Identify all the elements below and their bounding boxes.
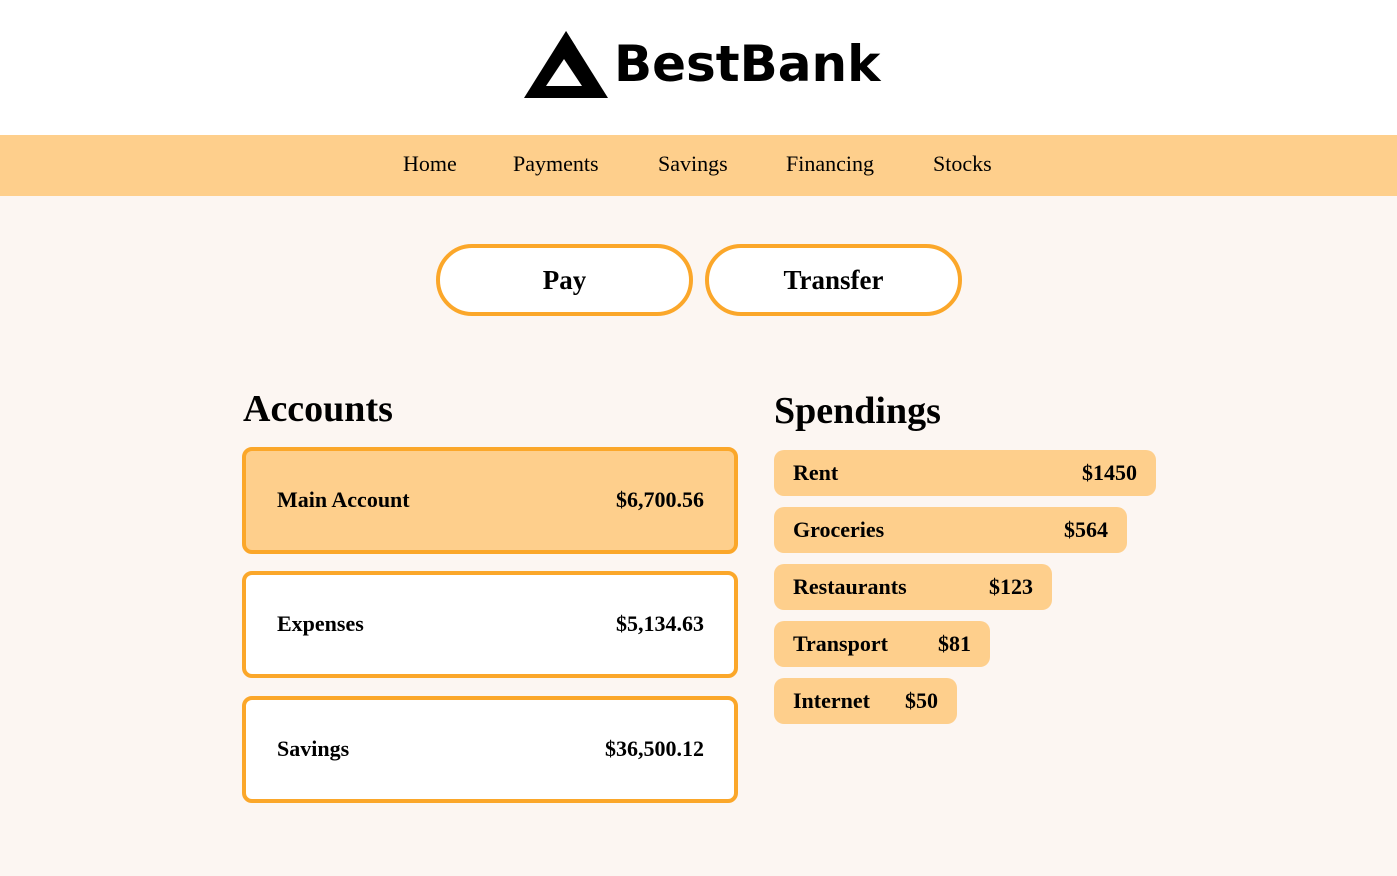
- spending-amount: $81: [938, 631, 971, 656]
- spending-amount: $123: [989, 574, 1033, 599]
- account-name: Savings: [277, 736, 350, 761]
- account-card-main[interactable]: Main Account $6,700.56: [242, 447, 738, 554]
- triangle-logo-icon: [524, 31, 608, 98]
- spending-category: Internet: [793, 688, 870, 713]
- nav-item-payments[interactable]: Payments: [513, 151, 599, 177]
- header: BestBank: [0, 0, 1397, 135]
- account-balance: $6,700.56: [616, 487, 704, 512]
- spendings-title: Spendings: [774, 390, 941, 432]
- account-name: Expenses: [277, 611, 364, 636]
- brand-logo[interactable]: BestBank: [524, 29, 880, 99]
- account-name: Main Account: [277, 487, 410, 512]
- spending-bar-internet[interactable]: Internet $50: [774, 678, 957, 724]
- account-card-expenses[interactable]: Expenses $5,134.63: [242, 571, 738, 678]
- account-balance: $36,500.12: [605, 736, 704, 761]
- spending-category: Transport: [793, 631, 888, 656]
- pay-button[interactable]: Pay: [436, 244, 693, 316]
- spending-amount: $564: [1064, 517, 1108, 542]
- spending-amount: $1450: [1082, 460, 1137, 485]
- main-nav: Home Payments Savings Financing Stocks: [0, 135, 1397, 196]
- transfer-button[interactable]: Transfer: [705, 244, 962, 316]
- accounts-title: Accounts: [243, 388, 393, 430]
- brand-name: BestBank: [614, 35, 881, 93]
- nav-item-stocks[interactable]: Stocks: [933, 151, 992, 177]
- account-card-savings[interactable]: Savings $36,500.12: [242, 696, 738, 803]
- spending-amount: $50: [905, 688, 938, 713]
- spending-category: Restaurants: [793, 574, 907, 599]
- spending-bar-restaurants[interactable]: Restaurants $123: [774, 564, 1052, 610]
- nav-item-financing[interactable]: Financing: [786, 151, 874, 177]
- nav-item-savings[interactable]: Savings: [658, 151, 728, 177]
- spending-bar-transport[interactable]: Transport $81: [774, 621, 990, 667]
- account-balance: $5,134.63: [616, 611, 704, 636]
- spending-category: Groceries: [793, 517, 885, 542]
- spending-bar-groceries[interactable]: Groceries $564: [774, 507, 1127, 553]
- spending-bar-rent[interactable]: Rent $1450: [774, 450, 1156, 496]
- nav-item-home[interactable]: Home: [403, 151, 457, 177]
- spending-category: Rent: [793, 460, 839, 485]
